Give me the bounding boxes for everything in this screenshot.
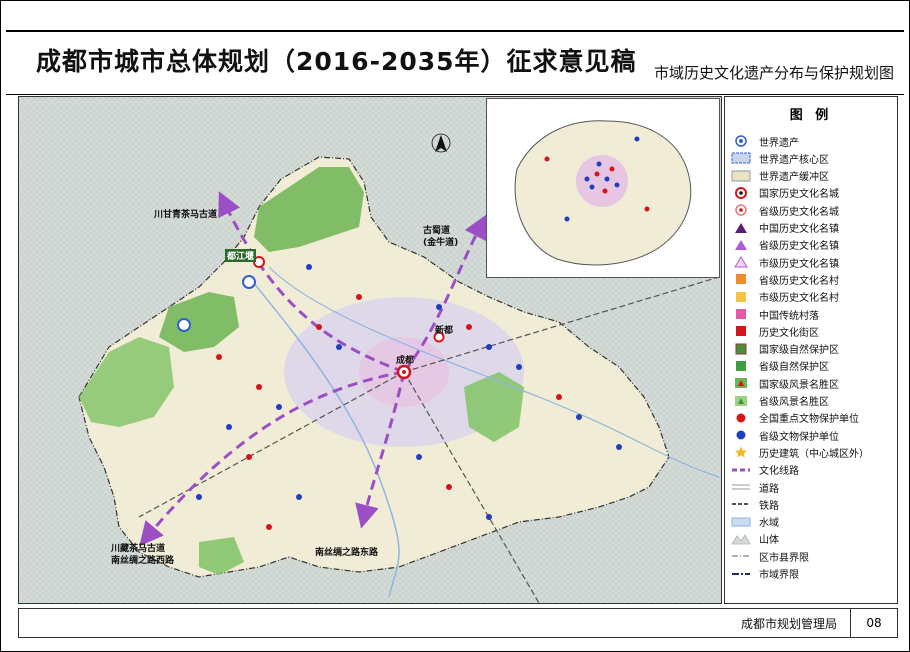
legend-label: 市级历史文化名镇 <box>759 258 839 270</box>
legend-item-mountain: 山体 <box>731 531 779 547</box>
national-relic-icon <box>731 412 751 424</box>
world-heritage-marker-1 <box>242 275 256 289</box>
legend-label: 市级历史文化名村 <box>759 293 839 305</box>
legend-item-railway: 铁路 <box>731 496 779 512</box>
legend-item-historic-building: 历史建筑（中心城区外） <box>731 444 869 460</box>
legend-label: 世界遗产核心区 <box>759 154 829 166</box>
world-heritage-icon <box>731 135 751 147</box>
legend-label: 中国历史文化名镇 <box>759 224 839 235</box>
national-city-icon <box>731 186 751 199</box>
provincial-relic-icon <box>731 429 751 441</box>
legend-item-wh-buffer: 世界遗产缓冲区 <box>731 168 829 184</box>
legend-label: 省级历史文化名镇 <box>759 241 839 253</box>
legend-label: 道路 <box>759 483 779 495</box>
provincial-scenic-area-icon <box>731 395 751 407</box>
legend-item-municipal-village: 市级历史文化名村 <box>731 289 839 305</box>
label-xindu: 新都 <box>435 326 454 336</box>
legend-label: 中国传统村落 <box>759 310 819 322</box>
legend-item-national-town: 中国历史文化名镇 <box>731 220 839 236</box>
legend-item-world-heritage: 世界遗产 <box>731 133 799 149</box>
legend-item-provincial-scenic-area: 省级风景名胜区 <box>731 393 829 409</box>
legend-label: 水域 <box>759 518 779 530</box>
legend-label: 省级历史文化名村 <box>759 275 839 287</box>
inset-canvas <box>514 120 692 266</box>
legend-label: 区市县界限 <box>759 552 809 564</box>
legend-label: 省级风景名胜区 <box>759 397 829 408</box>
legend-label: 历史建筑（中心城区外） <box>759 448 869 460</box>
label-dujiangyan: 都江堰 <box>225 249 257 262</box>
provincial-nature-reserve-icon <box>731 360 751 372</box>
provincial-city-icon <box>731 204 751 216</box>
legend-item-national-nature-reserve: 国家级自然保护区 <box>731 341 839 357</box>
page-number: 08 <box>850 609 897 637</box>
legend-label: 省级自然保护区 <box>759 362 829 374</box>
legend-item-provincial-nature-reserve: 省级自然保护区 <box>731 358 829 374</box>
legend-item-provincial-town: 省级历史文化名镇 <box>731 237 839 253</box>
legend-label: 全国重点文物保护单位 <box>759 414 859 426</box>
legend-item-municipal-town: 市级历史文化名镇 <box>731 254 839 270</box>
national-town-icon <box>731 222 751 234</box>
label-route-nw: 川甘青茶马古道 <box>154 210 218 220</box>
legend-label: 国家历史文化名城 <box>759 189 839 201</box>
legend-label: 历史文化街区 <box>759 327 819 339</box>
municipal-town-icon <box>731 256 751 268</box>
page-title: 成都市城市总体规划（2016-2035年）征求意见稿 <box>36 47 637 76</box>
inset-map <box>486 98 720 278</box>
legend-item-cultural-route: 文化线路 <box>731 462 799 478</box>
wh-core-icon <box>731 152 751 164</box>
agency-name: 成都市规划管理局 <box>740 617 837 631</box>
legend-item-city-boundary: 市域界限 <box>731 566 799 582</box>
historic-building-icon <box>731 446 751 458</box>
legend-item-provincial-relic: 省级文物保护单位 <box>731 427 839 443</box>
provincial-village-icon <box>731 273 751 285</box>
label-chengdu: 成都 <box>396 356 415 366</box>
historic-district-icon <box>731 325 751 337</box>
national-nature-reserve-icon <box>731 343 751 355</box>
legend-item-national-city: 国家历史文化名城 <box>731 185 839 201</box>
label-route-ne-2: (金牛道) <box>423 238 459 248</box>
legend-item-national-scenic-area: 国家级风景名胜区 <box>731 375 839 391</box>
legend-item-provincial-village: 省级历史文化名村 <box>731 271 839 287</box>
provincial-town-icon <box>731 239 751 251</box>
wh-buffer-icon <box>731 170 751 182</box>
legend-label: 世界遗产 <box>759 137 799 149</box>
traditional-village-icon <box>731 308 751 320</box>
cultural-route-icon <box>731 464 751 476</box>
city-boundary-icon <box>731 568 751 580</box>
legend-label: 国家级风景名胜区 <box>759 379 839 391</box>
legend-label: 铁路 <box>759 500 779 512</box>
legend-item-district-boundary: 区市县界限 <box>731 548 809 564</box>
municipal-village-icon <box>731 291 751 303</box>
legend-label: 市域界限 <box>759 570 799 581</box>
legend-label: 世界遗产缓冲区 <box>759 172 829 184</box>
railway-icon <box>731 498 751 510</box>
district-boundary-icon <box>731 550 751 562</box>
water-icon <box>731 516 751 528</box>
legend-item-water: 水域 <box>731 514 779 530</box>
world-heritage-marker-2 <box>177 318 191 332</box>
road-icon <box>731 481 751 493</box>
legend-item-national-relic: 全国重点文物保护单位 <box>731 410 859 426</box>
legend-item-traditional-village: 中国传统村落 <box>731 306 819 322</box>
mountain-icon <box>731 533 751 545</box>
legend-label: 山体 <box>759 535 779 547</box>
legend-label: 省级历史文化名城 <box>759 206 839 218</box>
legend-item-provincial-city: 省级历史文化名城 <box>731 202 839 218</box>
legend-title: 图 例 <box>789 108 833 123</box>
footer-bar: 成都市规划管理局 08 <box>18 608 898 638</box>
legend-item-wh-core: 世界遗产核心区 <box>731 150 829 166</box>
map-subtitle: 市域历史文化遗产分布与保护规划图 <box>653 64 894 82</box>
legend-label: 省级文物保护单位 <box>759 431 839 443</box>
legend-panel: 图 例 世界遗产世界遗产核心区 世界遗产缓冲区 国家历史文化名城 省级历史文化名城 中国… <box>724 96 898 604</box>
legend-label: 文化线路 <box>759 466 799 478</box>
label-route-sw-2: 南丝绸之路西路 <box>111 556 175 566</box>
national-scenic-area-icon <box>731 377 751 389</box>
legend-label: 国家级自然保护区 <box>759 345 839 357</box>
label-route-s: 南丝绸之路东路 <box>315 548 379 558</box>
legend-item-historic-district: 历史文化街区 <box>731 323 819 339</box>
legend-item-road: 道路 <box>731 479 779 495</box>
